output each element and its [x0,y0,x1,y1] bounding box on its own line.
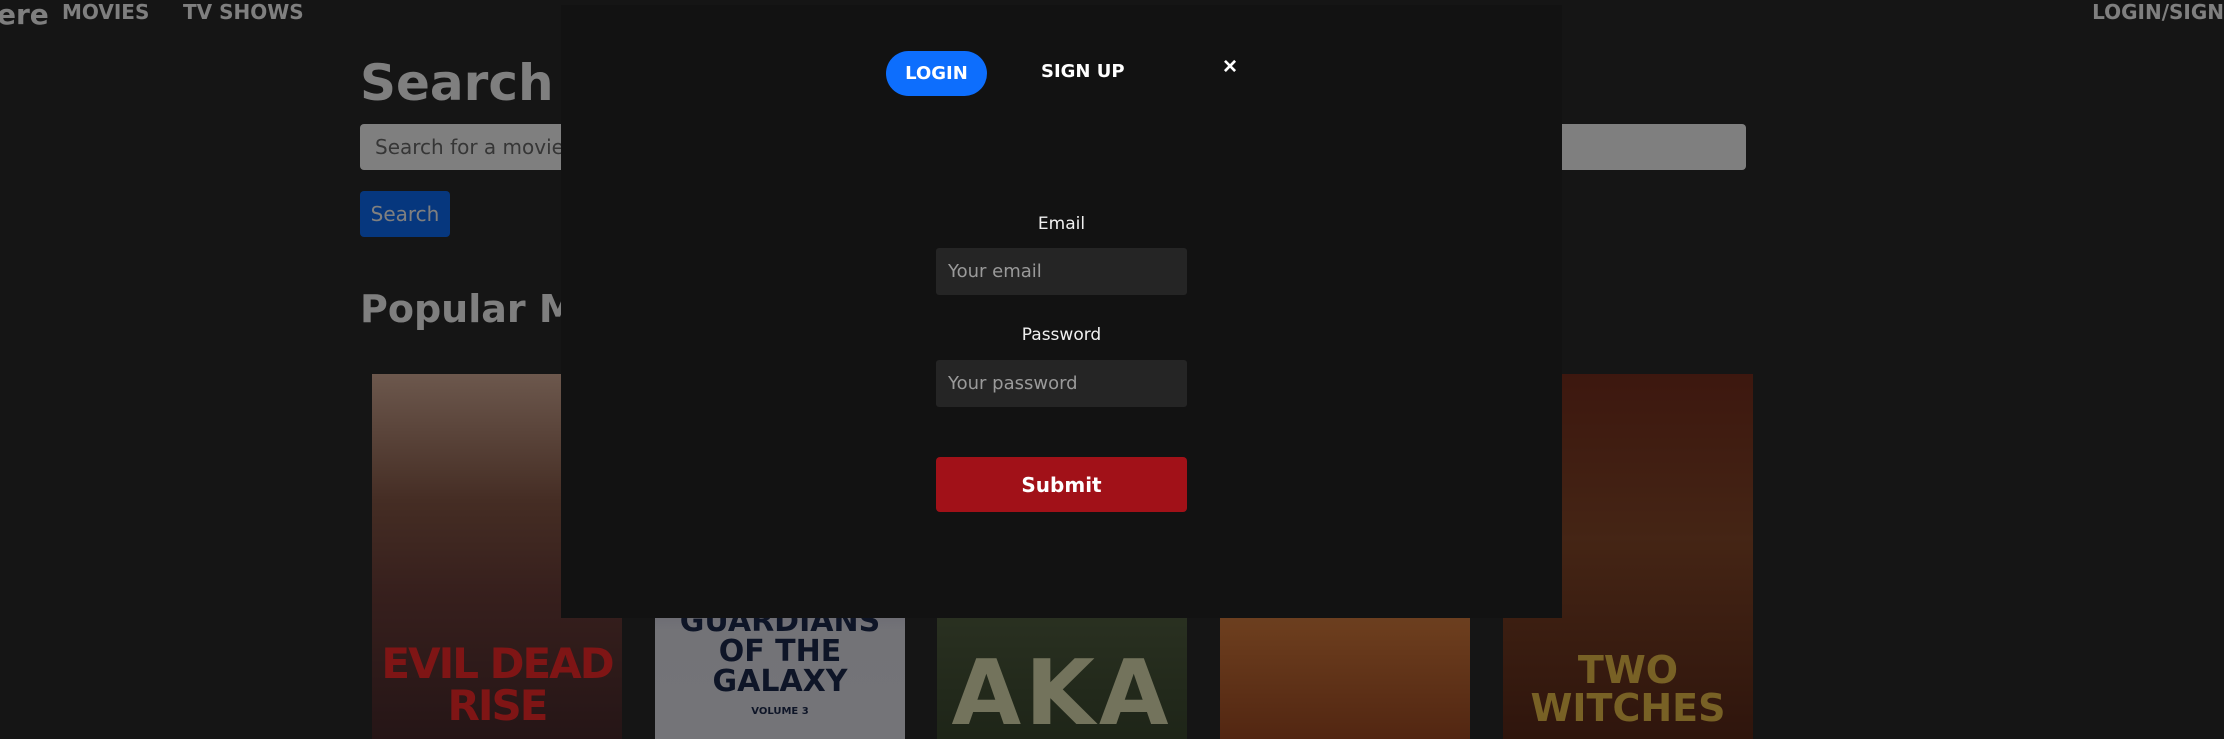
tab-login[interactable]: LOGIN [886,51,987,96]
password-field[interactable] [936,360,1187,407]
email-field[interactable] [936,248,1187,295]
email-label: Email [1037,214,1086,234]
password-label: Password [1021,325,1102,345]
submit-button[interactable]: Submit [936,457,1187,512]
close-icon[interactable]: × [1218,55,1242,79]
auth-modal: LOGIN SIGN UP × Email Password Submit [561,5,1562,618]
tab-signup[interactable]: SIGN UP [1041,61,1125,82]
